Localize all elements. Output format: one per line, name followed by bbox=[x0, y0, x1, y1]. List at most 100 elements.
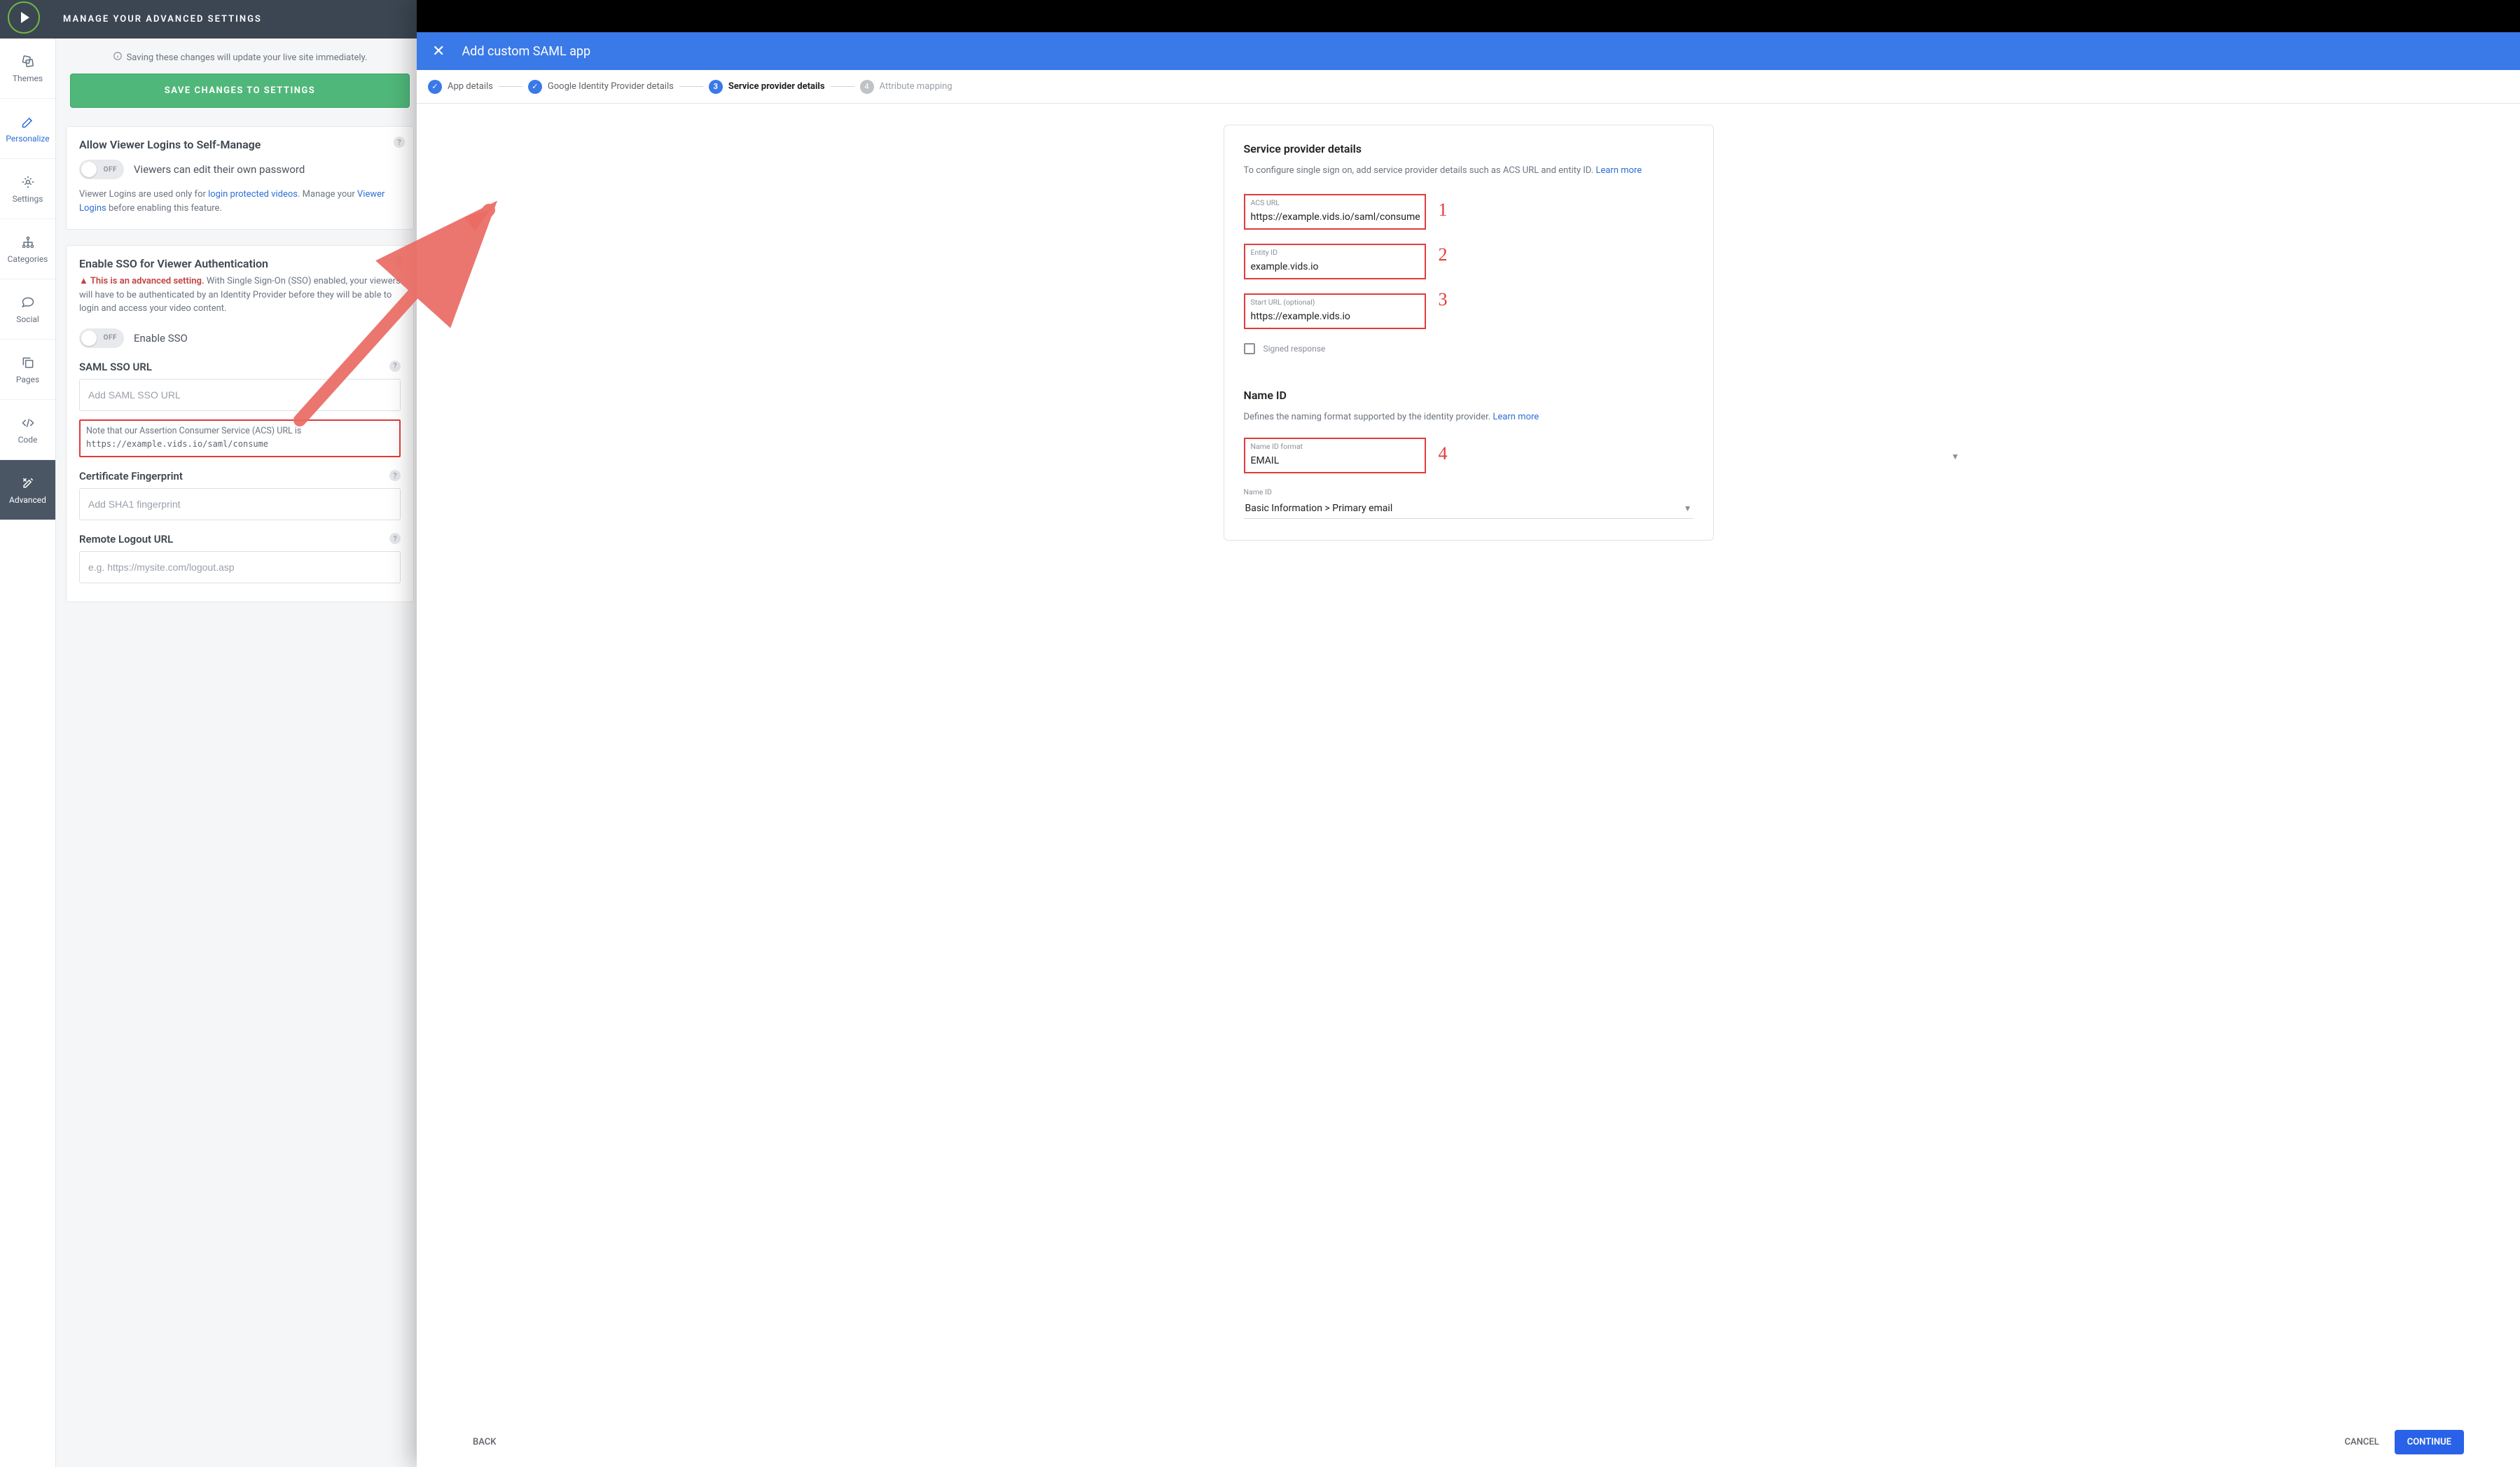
help-icon[interactable]: ? bbox=[394, 256, 405, 267]
toggle-sso[interactable]: OFF bbox=[79, 328, 124, 348]
modal-footer: BACK CANCEL CONTINUE bbox=[417, 1430, 2520, 1454]
g-field-label: Start URL (optional) bbox=[1251, 298, 1419, 307]
sso-warning: ▲This is an advanced setting. With Singl… bbox=[79, 274, 401, 316]
sidebar: Themes Personalize Settings Categories bbox=[0, 39, 56, 1467]
pencil-icon bbox=[20, 114, 36, 130]
acs-note-text: Note that our Assertion Consumer Service… bbox=[86, 426, 301, 436]
info-text: Saving these changes will update your li… bbox=[127, 53, 368, 63]
chevron-down-icon: ▼ bbox=[1684, 503, 1692, 513]
g-field-value: https://example.vids.io/saml/consume bbox=[1251, 211, 1420, 223]
stepper: ✓ App details ✓ Google Identity Provider… bbox=[417, 70, 2520, 104]
chat-bubble-icon bbox=[20, 295, 36, 310]
sidebar-item-label: Social bbox=[16, 314, 39, 324]
acs-note-box: Note that our Assertion Consumer Service… bbox=[79, 419, 401, 458]
sidebar-item-code[interactable]: Code bbox=[0, 400, 55, 460]
sidebar-item-label: Themes bbox=[13, 74, 43, 83]
field-acs-url[interactable]: ACS URL https://example.vids.io/saml/con… bbox=[1244, 194, 1426, 230]
field-logout: ? Remote Logout URL bbox=[79, 533, 401, 583]
annotation-3: 3 bbox=[1439, 289, 1448, 310]
left-app: MANAGE YOUR ADVANCED SETTINGS Themes Per… bbox=[0, 0, 424, 1467]
sidebar-item-personalize[interactable]: Personalize bbox=[0, 99, 55, 159]
nameid-subtitle: Defines the naming format supported by t… bbox=[1244, 412, 1694, 422]
chevron-down-icon: ▼ bbox=[1951, 452, 1960, 461]
checkbox-unchecked-icon[interactable] bbox=[1244, 343, 1255, 354]
sidebar-item-label: Personalize bbox=[6, 134, 49, 144]
field-label: SAML SSO URL bbox=[79, 361, 401, 373]
sidebar-item-categories[interactable]: Categories bbox=[0, 219, 55, 279]
check-icon: ✓ bbox=[428, 80, 442, 94]
card-note: Viewer Logins are used only for login pr… bbox=[79, 188, 401, 215]
gear-icon bbox=[20, 174, 36, 190]
google-saml-modal: ✕ Add custom SAML app ✓ App details ✓ Go… bbox=[417, 0, 2520, 1467]
saml-url-input[interactable] bbox=[79, 379, 401, 411]
sidebar-item-pages[interactable]: Pages bbox=[0, 340, 55, 400]
close-icon[interactable]: ✕ bbox=[428, 40, 449, 63]
g-select-value: Basic Information > Primary email bbox=[1245, 503, 1393, 514]
sidebar-item-advanced[interactable]: Advanced bbox=[0, 460, 55, 520]
modal-body: Service provider details To configure si… bbox=[417, 104, 2520, 541]
learn-more-link[interactable]: Learn more bbox=[1493, 412, 1539, 422]
back-button[interactable]: BACK bbox=[473, 1437, 496, 1447]
sidebar-item-themes[interactable]: Themes bbox=[0, 39, 55, 99]
g-field-label: Entity ID bbox=[1251, 248, 1419, 257]
settings-main: Saving these changes will update your li… bbox=[56, 39, 424, 1467]
step-app-details[interactable]: ✓ App details bbox=[428, 80, 493, 94]
cancel-button[interactable]: CANCEL bbox=[2345, 1437, 2379, 1447]
copy-icon bbox=[20, 355, 36, 370]
step-number-icon: 3 bbox=[709, 80, 723, 94]
modal-black-strip bbox=[417, 0, 2520, 32]
field-saml-url: ? SAML SSO URL Note that our Assertion C… bbox=[79, 361, 401, 458]
step-idp-details[interactable]: ✓ Google Identity Provider details bbox=[528, 80, 674, 94]
checkbox-label: Signed response bbox=[1264, 344, 1326, 354]
g-field-label: ACS URL bbox=[1251, 198, 1419, 207]
themes-icon bbox=[20, 54, 36, 69]
g-field-value: https://example.vids.io bbox=[1251, 311, 1350, 322]
sidebar-item-label: Pages bbox=[16, 375, 39, 384]
field-label: Certificate Fingerprint bbox=[79, 470, 401, 482]
card-subtitle: To configure single sign on, add service… bbox=[1244, 165, 1694, 176]
sidebar-item-label: Code bbox=[18, 435, 38, 445]
modal-header: ✕ Add custom SAML app bbox=[417, 32, 2520, 70]
g-field-label: Name ID format bbox=[1251, 442, 1303, 451]
g-field-value: example.vids.io bbox=[1251, 261, 1319, 272]
card-sso: ? Enable SSO for Viewer Authentication ▲… bbox=[66, 245, 414, 602]
sidebar-item-settings[interactable]: Settings bbox=[0, 159, 55, 219]
signed-response-row[interactable]: Signed response bbox=[1244, 343, 1694, 354]
field-start-url[interactable]: Start URL (optional) https://example.vid… bbox=[1244, 293, 1426, 329]
step-sp-details[interactable]: 3 Service provider details bbox=[709, 80, 825, 94]
card-title: Enable SSO for Viewer Authentication bbox=[79, 257, 401, 270]
link-protected-videos[interactable]: login protected videos bbox=[208, 189, 298, 200]
sidebar-item-label: Settings bbox=[13, 194, 43, 204]
code-icon bbox=[20, 415, 36, 431]
select-nameid[interactable]: Basic Information > Primary email ▼ bbox=[1244, 499, 1694, 519]
sp-details-card: Service provider details To configure si… bbox=[1224, 125, 1714, 541]
save-button[interactable]: SAVE CHANGES TO SETTINGS bbox=[70, 74, 410, 108]
sidebar-item-social[interactable]: Social bbox=[0, 279, 55, 340]
card-heading: Service provider details bbox=[1244, 142, 1694, 155]
check-icon: ✓ bbox=[528, 80, 542, 94]
warning-icon: ▲ bbox=[79, 274, 88, 288]
help-icon[interactable]: ? bbox=[389, 361, 401, 372]
field-label: Remote Logout URL bbox=[79, 533, 401, 545]
toggle-state: OFF bbox=[104, 166, 117, 174]
toggle-desc: Viewers can edit their own password bbox=[134, 163, 305, 176]
page-title-bar: MANAGE YOUR ADVANCED SETTINGS bbox=[0, 0, 424, 39]
select-nameid-format[interactable]: Name ID format EMAIL ▼ bbox=[1244, 438, 1426, 473]
cert-input[interactable] bbox=[79, 488, 401, 520]
learn-more-link[interactable]: Learn more bbox=[1595, 165, 1642, 176]
info-icon bbox=[113, 51, 123, 64]
card-title: Allow Viewer Logins to Self-Manage bbox=[79, 138, 401, 151]
toggle-self-manage[interactable]: OFF bbox=[79, 160, 124, 179]
logout-input[interactable] bbox=[79, 551, 401, 583]
hierarchy-icon bbox=[20, 235, 36, 250]
nameid-heading: Name ID bbox=[1244, 389, 1694, 402]
field-entity-id[interactable]: Entity ID example.vids.io bbox=[1244, 244, 1426, 279]
continue-button[interactable]: CONTINUE bbox=[2395, 1430, 2464, 1454]
sidebar-item-label: Categories bbox=[8, 254, 48, 264]
step-attribute-mapping[interactable]: 4 Attribute mapping bbox=[860, 80, 953, 94]
g-field-label: Name ID bbox=[1244, 487, 1694, 496]
help-icon[interactable]: ? bbox=[394, 137, 405, 148]
sidebar-item-label: Advanced bbox=[9, 495, 46, 505]
field-cert: ? Certificate Fingerprint bbox=[79, 470, 401, 520]
toggle-desc: Enable SSO bbox=[134, 332, 188, 345]
